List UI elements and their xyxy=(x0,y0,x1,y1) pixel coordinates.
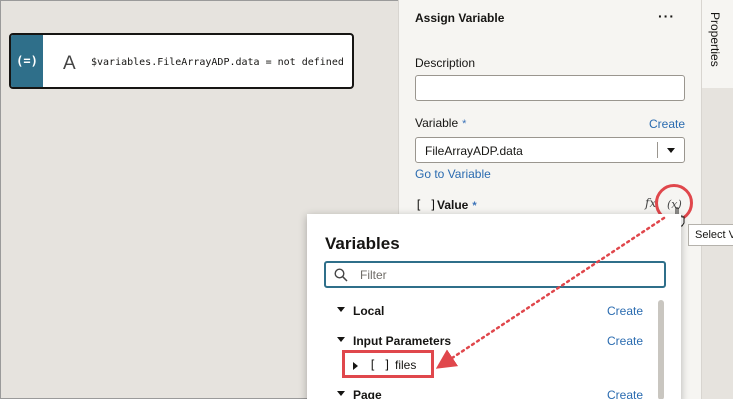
group-name: Local xyxy=(353,304,385,318)
go-to-variable-link[interactable]: Go to Variable xyxy=(415,167,491,181)
create-variable-link[interactable]: Create xyxy=(649,117,685,131)
variable-select-value: FileArrayADP.data xyxy=(425,144,523,158)
chevron-down-icon[interactable] xyxy=(667,148,675,153)
popup-title: Variables xyxy=(325,234,400,253)
node-expression: $variables.FileArrayADP.data = not defin… xyxy=(91,57,344,68)
properties-tab-label: Properties xyxy=(708,12,722,67)
variable-group-local[interactable]: Local Create xyxy=(337,302,657,322)
properties-tab[interactable]: Properties xyxy=(701,0,733,88)
create-link[interactable]: Create xyxy=(607,304,643,318)
tooltip: Select V xyxy=(688,224,733,246)
scrollbar[interactable] xyxy=(658,300,664,399)
value-required-indicator: * xyxy=(472,200,477,212)
array-type-icon: [ ] xyxy=(415,198,437,212)
collapsed-caret-icon[interactable] xyxy=(353,362,358,370)
search-icon xyxy=(334,268,348,282)
select-divider xyxy=(657,142,658,158)
array-type-icon: [ ] xyxy=(369,358,391,372)
variable-label-text: Variable xyxy=(415,116,459,130)
create-link[interactable]: Create xyxy=(607,334,643,348)
variables-popup: Variables Local Create Input Parameters … xyxy=(307,214,681,399)
assign-variable-node[interactable]: (=) A $variables.FileArrayADP.data = not… xyxy=(9,33,354,89)
variable-group-input-parameters[interactable]: Input Parameters Create xyxy=(337,332,657,352)
panel-title: Assign Variable xyxy=(415,11,505,25)
node-letter: A xyxy=(63,53,76,74)
filter-input[interactable] xyxy=(360,267,650,283)
required-indicator: * xyxy=(462,118,467,130)
expanded-caret-icon[interactable] xyxy=(337,307,345,312)
variable-select[interactable]: FileArrayADP.data xyxy=(415,137,685,163)
group-name: Page xyxy=(353,388,382,399)
expanded-caret-icon[interactable] xyxy=(337,337,345,342)
description-field[interactable] xyxy=(415,75,685,101)
assign-variable-icon: (=) xyxy=(11,35,43,87)
variable-group-page[interactable]: Page Create xyxy=(337,386,657,399)
filter-field[interactable] xyxy=(324,261,666,288)
files-variable-item[interactable]: [ ] files xyxy=(342,350,434,378)
files-variable-name: files xyxy=(395,358,417,372)
expanded-caret-icon[interactable] xyxy=(337,391,345,396)
create-link[interactable]: Create xyxy=(607,388,643,399)
group-name: Input Parameters xyxy=(353,334,452,348)
value-label: Value * xyxy=(437,198,477,212)
description-label: Description xyxy=(415,56,476,70)
variable-label: Variable * xyxy=(415,116,466,130)
more-options-icon[interactable]: ··· xyxy=(658,8,675,24)
value-label-text: Value xyxy=(437,198,469,212)
